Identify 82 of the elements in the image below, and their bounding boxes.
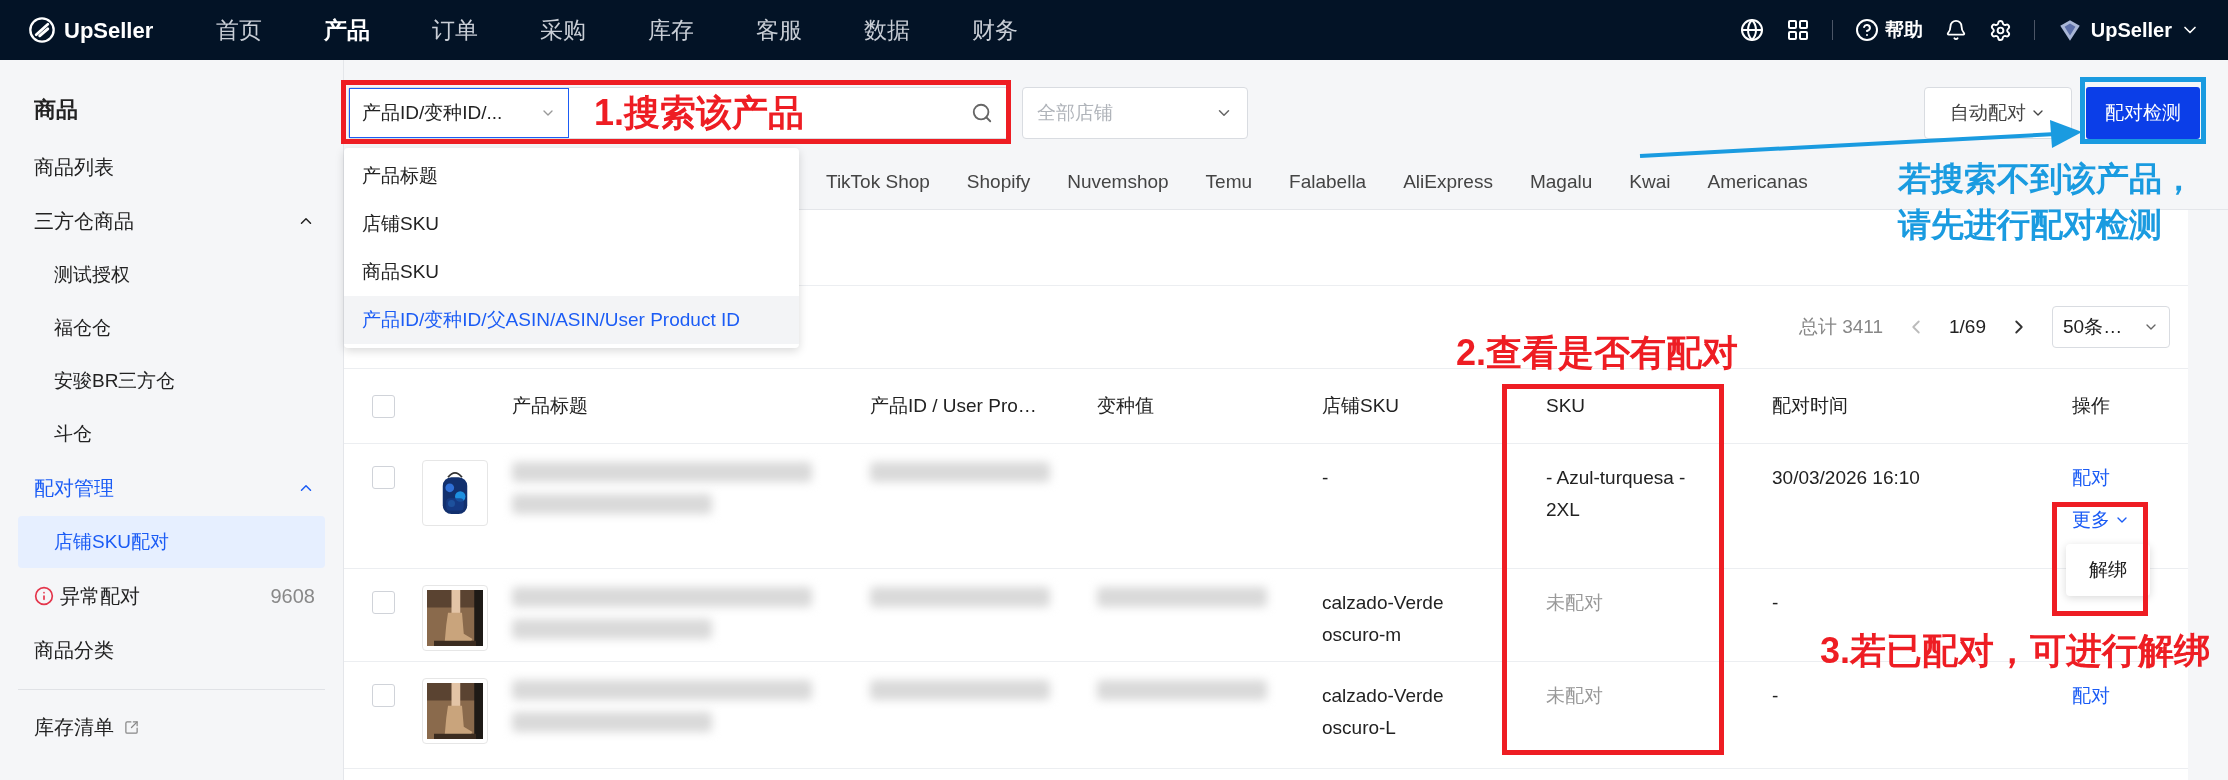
table-cell-text: 未配对 — [1546, 684, 1604, 708]
platform-tab[interactable]: TikTok Shop — [826, 168, 930, 197]
checkbox[interactable] — [372, 591, 395, 614]
platform-tab[interactable]: Nuvemshop — [1067, 168, 1169, 197]
platform-tab[interactable]: Shopify — [966, 168, 1031, 197]
pair-check-button[interactable]: 配对检测 — [2086, 87, 2200, 139]
sidebar-item-label: 异常配对 — [60, 584, 140, 609]
logo-icon — [28, 16, 56, 44]
sidebar-item[interactable]: 商品列表 — [18, 140, 325, 194]
external-link-icon — [124, 719, 139, 735]
account-menu[interactable]: UpSeller — [2056, 15, 2200, 45]
search-type-select[interactable]: 产品ID/变种ID/... — [349, 88, 569, 138]
column-header: 产品标题 — [512, 393, 588, 418]
sidebar-subitem[interactable]: 店铺SKU配对 — [18, 516, 325, 568]
sidebar-item[interactable]: 商品分类 — [18, 623, 325, 677]
apps-icon[interactable] — [1785, 18, 1810, 42]
menu-option[interactable]: 店铺SKU — [344, 200, 799, 248]
menu-option[interactable]: 商品SKU — [344, 248, 799, 296]
more-dropdown[interactable]: 更多 — [2072, 504, 2130, 536]
column-header: 配对时间 — [1772, 393, 1848, 418]
platform-tab[interactable]: Falabella — [1289, 168, 1367, 197]
count-label: 9608 — [270, 584, 315, 609]
logo-text: UpSeller — [64, 16, 154, 45]
table-cell: 30/03/2026 16:10 — [1772, 467, 1920, 488]
help-icon — [1854, 18, 1879, 42]
nav-tab[interactable]: 客服 — [756, 12, 864, 48]
table-cell: - — [1772, 592, 1779, 613]
sidebar-item[interactable]: 异常配对 9608 — [18, 569, 325, 623]
nav-tab[interactable]: 首页 — [216, 12, 324, 48]
language-icon[interactable] — [1739, 18, 1764, 42]
table-cell-text: - — [1322, 466, 1330, 490]
table-cell-text: - Azul-turquesa - 2XL — [1546, 466, 1687, 522]
unbind-menu-item[interactable]: 解绑 — [2066, 550, 2150, 590]
table-cell-text: calzado-Verde oscuro-m — [1322, 591, 1445, 647]
checkbox[interactable] — [372, 684, 395, 707]
annotation-text: 3.若已配对，可进行解绑 — [1820, 629, 2211, 673]
platform-tab[interactable]: Temu — [1205, 168, 1253, 197]
menu-option[interactable]: 产品标题 — [344, 152, 799, 200]
nav-tab[interactable]: 数据 — [864, 12, 972, 48]
checkbox[interactable] — [372, 466, 395, 489]
nav-tab[interactable]: 财务 — [972, 12, 1080, 48]
sidebar-link[interactable]: 库存清单 — [18, 700, 325, 754]
menu-option[interactable]: 产品ID/变种ID/父ASIN/ASIN/User Product ID — [344, 296, 799, 344]
table-cell-text: 未配对 — [1546, 591, 1604, 615]
settings-icon[interactable] — [1988, 18, 2012, 42]
sidebar-group[interactable]: 三方仓商品 — [18, 194, 325, 248]
search-field[interactable]: 产品ID/变种ID/... 1.搜索该产品 — [348, 87, 1008, 139]
search-icon[interactable] — [971, 102, 993, 124]
column-header: 产品ID / User Pro… — [870, 393, 1037, 418]
sidebar-subitem[interactable]: 斗仓 — [18, 408, 325, 460]
alert-icon — [34, 586, 54, 606]
platform-tab[interactable]: Americanas — [1707, 168, 1808, 197]
nav-tab[interactable]: 库存 — [648, 12, 756, 48]
page-size-select[interactable]: 50条… — [2052, 306, 2170, 348]
total-count: 总计 3411 — [1798, 314, 1883, 339]
annotation-text: 若搜索不到该产品， 请先进行配对检测 — [1898, 159, 2195, 245]
sidebar-subitem[interactable]: 安骏BR三方仓 — [18, 355, 325, 407]
pair-link[interactable]: 配对 — [2072, 680, 2110, 712]
nav-tab[interactable]: 采购 — [540, 12, 648, 48]
column-header: 店铺SKU — [1322, 393, 1400, 418]
help-button[interactable]: 帮助 — [1854, 15, 1923, 45]
sidebar-subitem[interactable]: 测试授权 — [18, 249, 325, 301]
annotation-text: 1.搜索该产品 — [594, 91, 805, 135]
platform-tab[interactable]: Kwai — [1629, 168, 1671, 197]
column-header: 变种值 — [1097, 393, 1154, 418]
table-cell-text: calzado-Verde oscuro-L — [1322, 684, 1445, 740]
sidebar-group[interactable]: 配对管理 — [18, 461, 325, 515]
nav-tab[interactable]: 订单 — [432, 12, 540, 48]
column-header: 操作 — [2072, 393, 2110, 418]
annotation-text: 2.查看是否有配对 — [1456, 331, 1739, 375]
checkbox[interactable] — [372, 394, 395, 418]
sidebar-title: 商品 — [33, 95, 79, 124]
table-cell: - — [1772, 685, 1779, 706]
sidebar-subitem[interactable]: 福仓仓 — [18, 302, 325, 354]
notification-icon[interactable] — [1944, 19, 1967, 41]
page-indicator: 1/69 — [1949, 314, 1986, 339]
pair-link[interactable]: 配对 — [2072, 462, 2110, 494]
platform-tab[interactable]: AliExpress — [1403, 168, 1493, 197]
column-header: SKU — [1546, 393, 1586, 418]
auto-pair-button[interactable]: 自动配对 — [1924, 87, 2072, 139]
nav-tab[interactable]: 产品 — [324, 12, 432, 48]
platform-tab[interactable]: Magalu — [1529, 168, 1593, 197]
